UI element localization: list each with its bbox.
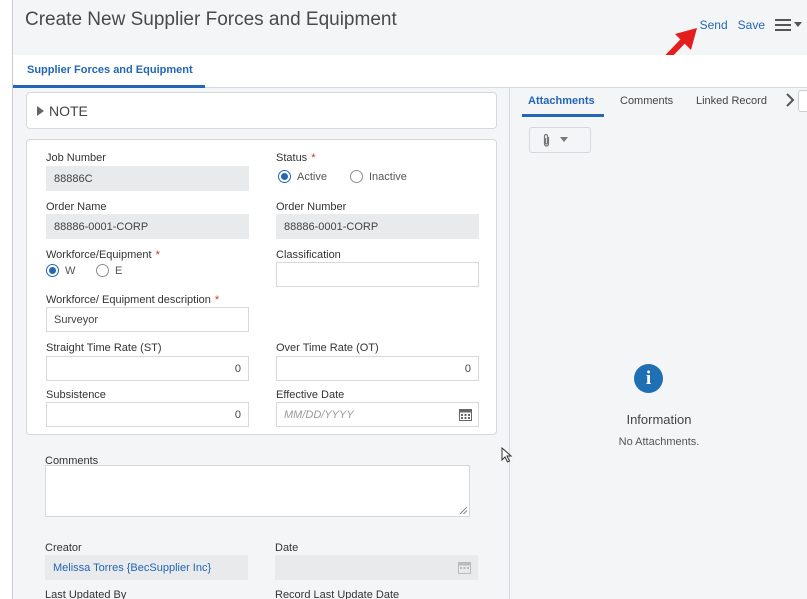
job-number-label: Job Number <box>46 152 106 164</box>
creator-field: Melissa Torres {BecSupplier Inc} <box>45 555 248 580</box>
comments-textarea[interactable] <box>45 465 470 517</box>
side-panel-tabs: Attachments Comments Linked Record <box>510 88 807 117</box>
chevron-right-icon[interactable] <box>785 93 795 107</box>
over-time-rate-field[interactable]: 0 <box>276 356 479 381</box>
subsistence-field[interactable]: 0 <box>46 402 249 427</box>
save-button[interactable]: Save <box>738 18 765 32</box>
info-icon: i <box>634 364 663 393</box>
workforce-description-label: Workforce/ Equipment description * <box>46 294 219 306</box>
attach-button[interactable] <box>529 127 591 153</box>
required-marker: * <box>311 152 316 164</box>
tab-attachments[interactable]: Attachments <box>528 95 595 107</box>
status-inactive-radio[interactable]: Inactive <box>350 170 407 183</box>
hamburger-icon <box>775 19 791 31</box>
tab-linked-record[interactable]: Linked Record <box>696 95 767 107</box>
order-name-label: Order Name <box>46 201 107 213</box>
tab-supplier-forces-and-equipment[interactable]: Supplier Forces and Equipment <box>13 55 205 88</box>
mouse-cursor-icon <box>501 447 513 463</box>
note-label: NOTE <box>49 103 88 119</box>
required-marker: * <box>155 249 160 261</box>
workforce-w-label: W <box>65 264 76 277</box>
status-label: Status * <box>276 152 315 164</box>
workforce-e-label: E <box>115 264 123 277</box>
over-time-rate-label: Over Time Rate (OT) <box>276 342 379 354</box>
status-active-label: Active <box>297 170 327 183</box>
panel-collapse-button[interactable] <box>798 90 807 112</box>
straight-time-rate-field[interactable]: 0 <box>46 356 249 381</box>
workforce-description-field[interactable]: Surveyor <box>46 307 249 332</box>
chevron-down-icon <box>560 137 568 142</box>
subsistence-label: Subsistence <box>46 389 106 401</box>
chevron-down-icon <box>794 22 802 27</box>
workforce-e-radio[interactable]: E <box>96 264 122 277</box>
order-number-field: 88886-0001-CORP <box>276 214 479 239</box>
calendar-icon[interactable] <box>459 408 472 421</box>
date-label: Date <box>275 542 299 554</box>
required-marker: * <box>214 294 220 306</box>
paperclip-icon <box>543 133 550 147</box>
classification-field[interactable] <box>276 262 479 287</box>
workforce-equipment-label: Workforce/Equipment * <box>46 249 160 261</box>
radio-selected-icon <box>278 170 291 183</box>
send-button[interactable]: Send <box>700 18 728 32</box>
order-name-field: 88886-0001-CORP <box>46 214 249 239</box>
status-active-radio[interactable]: Active <box>278 170 327 183</box>
main-tab-bar: Supplier Forces and Equipment <box>13 55 807 88</box>
radio-selected-icon <box>46 264 59 277</box>
status-label-text: Status <box>276 152 308 164</box>
page-title: Create New Supplier Forces and Equipment <box>25 9 397 30</box>
form-pane: NOTE Job Number 88886C Status * Active In… <box>13 88 510 599</box>
header-actions: Send Save <box>700 18 802 32</box>
status-inactive-label: Inactive <box>369 170 407 183</box>
actions-menu-button[interactable] <box>775 19 802 31</box>
no-attachments-message: No Attachments. <box>618 436 700 448</box>
radio-unselected-icon <box>350 170 363 183</box>
record-last-update-date-label: Record Last Update Date <box>275 589 400 599</box>
workforce-w-radio[interactable]: W <box>46 264 75 277</box>
triangle-right-icon <box>37 106 44 116</box>
creator-link[interactable]: Melissa Torres {BecSupplier Inc} <box>53 562 211 574</box>
radio-unselected-icon <box>96 264 109 277</box>
active-tab-indicator <box>522 114 604 117</box>
side-panel: Attachments Comments Linked Record i Inf… <box>510 88 807 599</box>
effective-date-field[interactable]: MM/DD/YYYY <box>276 402 479 427</box>
workforce-equipment-label-text: Workforce/Equipment <box>46 249 152 261</box>
details-card: Job Number 88886C Status * Active Inactiv… <box>26 139 497 435</box>
last-updated-by-label: Last Updated By <box>45 589 127 599</box>
effective-date-placeholder: MM/DD/YYYY <box>284 409 354 421</box>
straight-time-rate-label: Straight Time Rate (ST) <box>46 342 162 354</box>
app-window: Create New Supplier Forces and Equipment… <box>12 0 807 599</box>
info-title: Information <box>626 412 692 427</box>
effective-date-label: Effective Date <box>276 389 345 401</box>
tab-comments[interactable]: Comments <box>620 95 673 107</box>
workforce-description-label-text: Workforce/ Equipment description <box>46 294 211 306</box>
classification-label: Classification <box>276 249 341 261</box>
job-number-field: 88886C <box>46 166 249 191</box>
date-field <box>275 555 478 580</box>
note-section-toggle[interactable]: NOTE <box>26 92 497 129</box>
order-number-label: Order Number <box>276 201 347 213</box>
resize-grip-icon[interactable] <box>460 507 467 514</box>
calendar-icon <box>458 562 471 574</box>
creator-label: Creator <box>45 542 82 554</box>
